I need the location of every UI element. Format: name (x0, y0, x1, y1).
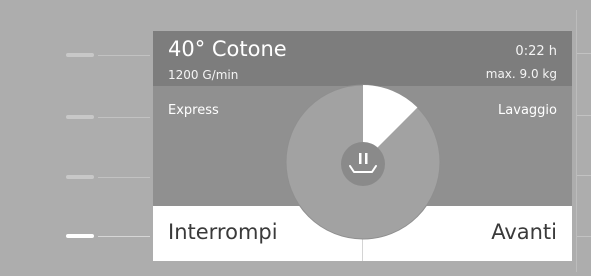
phase-label: Lavaggio (498, 103, 557, 118)
dial-center (341, 142, 385, 186)
pause-bar-right (365, 153, 368, 164)
right-scale-tick (577, 53, 591, 54)
rail-indicator (66, 115, 94, 119)
option-express[interactable]: Express (168, 103, 219, 118)
stop-button-label: Interrompi (168, 220, 278, 244)
rail-item-3[interactable] (66, 175, 150, 179)
rail-line (98, 117, 150, 118)
rail-item-1[interactable] (66, 53, 150, 57)
rail-indicator (66, 175, 94, 179)
pause-bar-left (359, 153, 362, 164)
spin-speed: 1200 G/min (168, 68, 239, 82)
side-rail (0, 0, 153, 276)
rail-line (98, 177, 150, 178)
rail-line (98, 236, 150, 237)
remaining-time: 0:22 h (515, 44, 557, 59)
rail-indicator (66, 53, 94, 57)
max-load: max. 9.0 kg (485, 67, 557, 81)
right-scale-tick (577, 175, 591, 176)
stop-button[interactable]: Interrompi (153, 206, 362, 261)
right-scale-line (576, 10, 577, 272)
program-title: 40° Cotone (168, 37, 287, 61)
right-scale-tick (577, 236, 591, 237)
rail-item-4[interactable] (66, 234, 150, 238)
action-bar: Interrompi Avanti (153, 206, 572, 261)
right-scale (572, 0, 591, 276)
program-panel: 40° Cotone 1200 G/min 0:22 h max. 9.0 kg… (153, 31, 572, 261)
right-scale-tick (577, 115, 591, 116)
rail-line (98, 55, 150, 56)
program-header: 40° Cotone 1200 G/min 0:22 h max. 9.0 kg (153, 31, 572, 86)
rail-indicator-active (66, 234, 94, 238)
pause-basin-icon[interactable] (341, 142, 385, 186)
next-button[interactable]: Avanti (363, 206, 572, 261)
next-button-label: Avanti (491, 220, 557, 244)
rail-item-2[interactable] (66, 115, 150, 119)
